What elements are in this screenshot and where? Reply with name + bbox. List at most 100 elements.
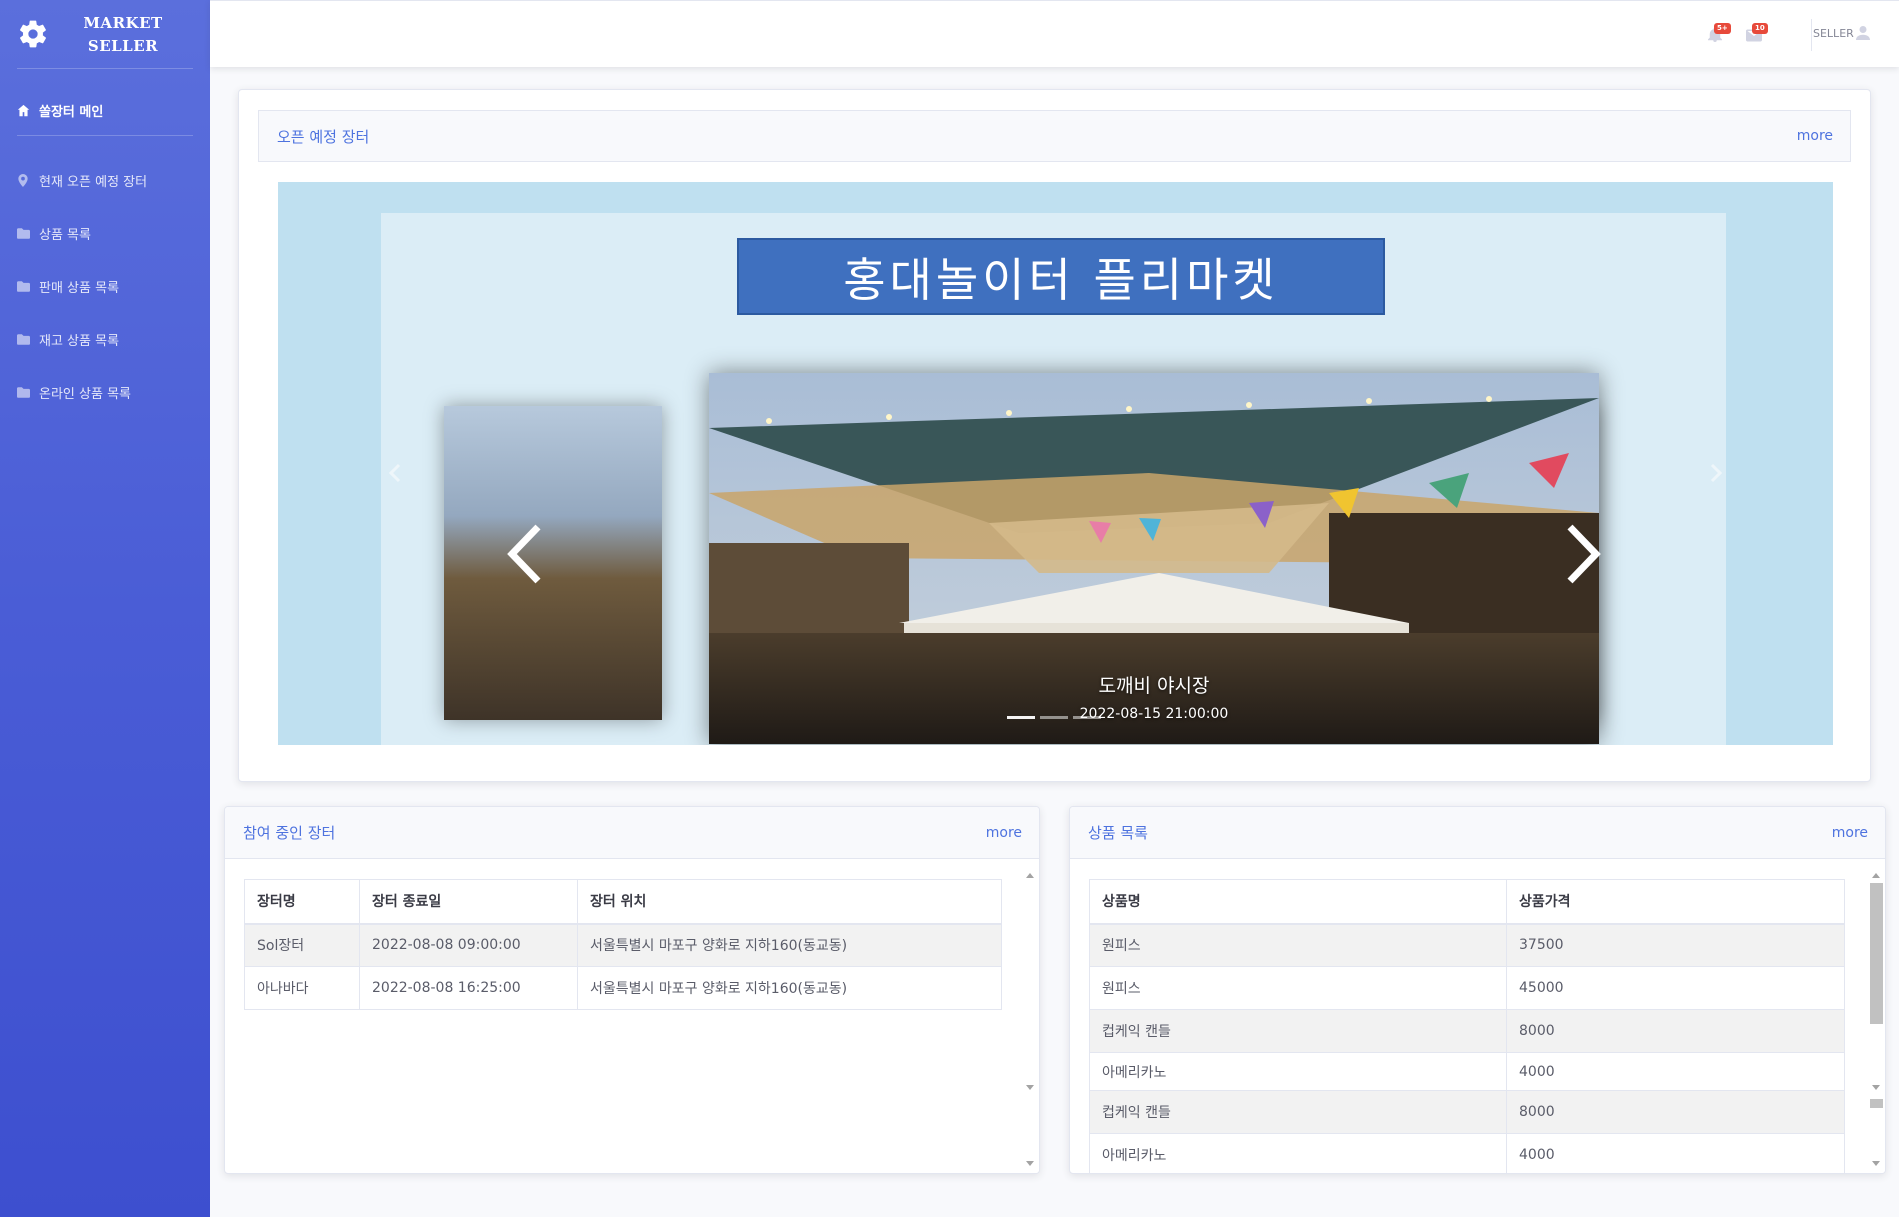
folder-icon (16, 385, 30, 399)
more-link[interactable]: more (1797, 128, 1833, 144)
scroll-down-icon[interactable] (1026, 1161, 1034, 1166)
table-cell: 컵케익 캔들 (1089, 1009, 1507, 1053)
participating-markets-card: 참여 중인 장터 more 장터명 장터 종료일 장터 위치 Sol장터 202… (224, 806, 1040, 1174)
brand-title: MARKET SELLER (82, 12, 164, 58)
column-header: 장터 위치 (577, 879, 1002, 925)
scroll-up-icon[interactable] (1872, 873, 1880, 878)
table-cell: 8000 (1506, 1009, 1845, 1053)
table-cell: 아메리카노 (1089, 1133, 1507, 1173)
column-header: 상품가격 (1506, 879, 1845, 925)
scroll-thumb[interactable] (1870, 883, 1883, 1024)
sidebar-item-inventory-products[interactable]: 재고 상품 목록 (0, 317, 210, 361)
slide-caption: 도깨비 야시장 2022-08-15 21:00:00 (709, 671, 1599, 722)
home-icon (16, 103, 30, 117)
sidebar-item-label: 쏠장터 메인 (39, 104, 104, 120)
slide-preview-left[interactable] (444, 406, 662, 720)
sidebar-item-label: 재고 상품 목록 (39, 333, 120, 349)
table-row[interactable]: Sol장터 2022-08-08 09:00:00 서울특별시 마포구 양화로 … (244, 923, 1002, 967)
card-header: 상품 목록 more (1070, 807, 1885, 859)
table-cell: 2022-08-08 16:25:00 (359, 966, 578, 1010)
folder-icon (16, 332, 30, 346)
sidebar-divider (17, 135, 193, 136)
chevron-left-icon (504, 523, 544, 585)
table-cell: 서울특별시 마포구 양화로 지하160(동교동) (577, 966, 1002, 1010)
table-cell: 서울특별시 마포구 양화로 지하160(동교동) (577, 923, 1002, 967)
table-cell: 원피스 (1089, 923, 1507, 967)
brand[interactable]: MARKET SELLER (0, 0, 210, 68)
table-container: 장터명 장터 종료일 장터 위치 Sol장터 2022-08-08 09:00:… (225, 859, 1021, 1173)
user-icon[interactable] (1856, 25, 1872, 41)
column-header: 상품명 (1089, 879, 1507, 925)
card-header: 오픈 예정 장터 more (258, 110, 1851, 162)
user-name[interactable]: SELLER (1813, 27, 1854, 40)
slide-active[interactable]: 도깨비 야시장 2022-08-15 21:00:00 (709, 373, 1599, 744)
table-row[interactable]: 컵케익 캔들 8000 (1089, 1009, 1845, 1053)
scroll-up-icon[interactable] (1026, 873, 1034, 878)
map-pin-icon (16, 173, 30, 187)
sidebar-item-label: 온라인 상품 목록 (39, 386, 131, 402)
card-title: 상품 목록 (1088, 824, 1148, 842)
more-link[interactable]: more (986, 825, 1022, 841)
card-title: 오픈 예정 장터 (277, 127, 370, 146)
sidebar-item-upcoming-markets[interactable]: 현재 오픈 예정 장터 (0, 158, 210, 202)
brand-line-1: MARKET (83, 14, 163, 32)
carousel-indicator[interactable] (1073, 716, 1101, 719)
scrollbar[interactable] (1022, 859, 1039, 1173)
sidebar: MARKET SELLER 쏠장터 메인 현재 오픈 예정 장터 상품 목록 판… (0, 0, 210, 1217)
sidebar-item-online-products[interactable]: 온라인 상품 목록 (0, 370, 210, 414)
table-row[interactable]: 아메리카노 4000 (1089, 1133, 1845, 1173)
table-container: 상품명 상품가격 원피스 37500 원피스 45000 컵케익 캔들 8000 (1070, 859, 1867, 1173)
brand-line-2: SELLER (87, 37, 159, 55)
scroll-down-icon[interactable] (1872, 1085, 1880, 1090)
table-cell: 4000 (1506, 1052, 1845, 1091)
gear-icon (16, 17, 50, 51)
carousel-prev-button[interactable] (388, 463, 402, 483)
sidebar-item-products[interactable]: 상품 목록 (0, 211, 210, 255)
sidebar-item-main[interactable]: 쏠장터 메인 (0, 85, 210, 135)
table-cell: 2022-08-08 09:00:00 (359, 923, 578, 967)
slide-title: 도깨비 야시장 (1098, 675, 1210, 697)
carousel-next-button[interactable] (1709, 463, 1723, 483)
poster-banner-text: 홍대놀이터 플리마켓 (737, 238, 1385, 315)
carousel-indicator[interactable] (1040, 716, 1068, 719)
alerts-button[interactable]: 5+ (1708, 23, 1731, 43)
column-header: 장터명 (244, 879, 360, 925)
folder-icon (16, 226, 30, 240)
carousel-indicators (1007, 716, 1101, 719)
scroll-down-icon[interactable] (1026, 1085, 1034, 1090)
table-row[interactable]: 원피스 37500 (1089, 923, 1845, 967)
scroll-thumb[interactable] (1870, 1099, 1883, 1108)
carousel-indicator[interactable] (1007, 716, 1035, 719)
slide-date: 2022-08-15 21:00:00 (1079, 706, 1229, 722)
poster-image: 홍대놀이터 플리마켓 도깨비 야시장 2022-08-15 21:00:00 (381, 213, 1726, 745)
more-link[interactable]: more (1832, 825, 1868, 841)
column-header: 장터 종료일 (359, 879, 578, 925)
products-card: 상품 목록 more 상품명 상품가격 원피스 37500 원피스 45000 (1069, 806, 1886, 1174)
table-cell: Sol장터 (244, 923, 360, 967)
sidebar-item-label: 현재 오픈 예정 장터 (39, 174, 148, 190)
table-row[interactable]: 아메리카노 4000 (1089, 1052, 1845, 1091)
table-cell: 37500 (1506, 923, 1845, 967)
table-cell: 8000 (1506, 1090, 1845, 1134)
sidebar-item-label: 판매 상품 목록 (39, 280, 120, 296)
messages-button[interactable]: 10 (1746, 23, 1768, 43)
sidebar-divider (17, 68, 193, 69)
table-cell: 45000 (1506, 966, 1845, 1010)
products-table: 상품명 상품가격 원피스 37500 원피스 45000 컵케익 캔들 8000 (1089, 879, 1845, 1173)
sidebar-item-label: 상품 목록 (39, 227, 91, 243)
sidebar-item-sales-products[interactable]: 판매 상품 목록 (0, 264, 210, 308)
card-title: 참여 중인 장터 (243, 824, 336, 842)
market-carousel: 홍대놀이터 플리마켓 도깨비 야시장 2022-08-15 21:00:00 (278, 182, 1833, 745)
table-row[interactable]: 컵케익 캔들 8000 (1089, 1090, 1845, 1134)
topbar: 5+ 10 SELLER (210, 0, 1899, 67)
folder-icon (16, 279, 30, 293)
card-header: 참여 중인 장터 more (225, 807, 1039, 859)
messages-badge: 10 (1752, 23, 1768, 34)
table-header-row: 장터명 장터 종료일 장터 위치 (244, 879, 1002, 925)
scroll-down-icon[interactable] (1872, 1161, 1880, 1166)
table-row[interactable]: 아나바다 2022-08-08 16:25:00 서울특별시 마포구 양화로 지… (244, 966, 1002, 1010)
scrollbar[interactable] (1868, 859, 1885, 1173)
table-row[interactable]: 원피스 45000 (1089, 966, 1845, 1010)
participating-markets-table: 장터명 장터 종료일 장터 위치 Sol장터 2022-08-08 09:00:… (244, 879, 1002, 1010)
upcoming-markets-card: 오픈 예정 장터 more 홍대놀이터 플리마켓 도깨비 야시장 2022-08… (238, 89, 1871, 782)
